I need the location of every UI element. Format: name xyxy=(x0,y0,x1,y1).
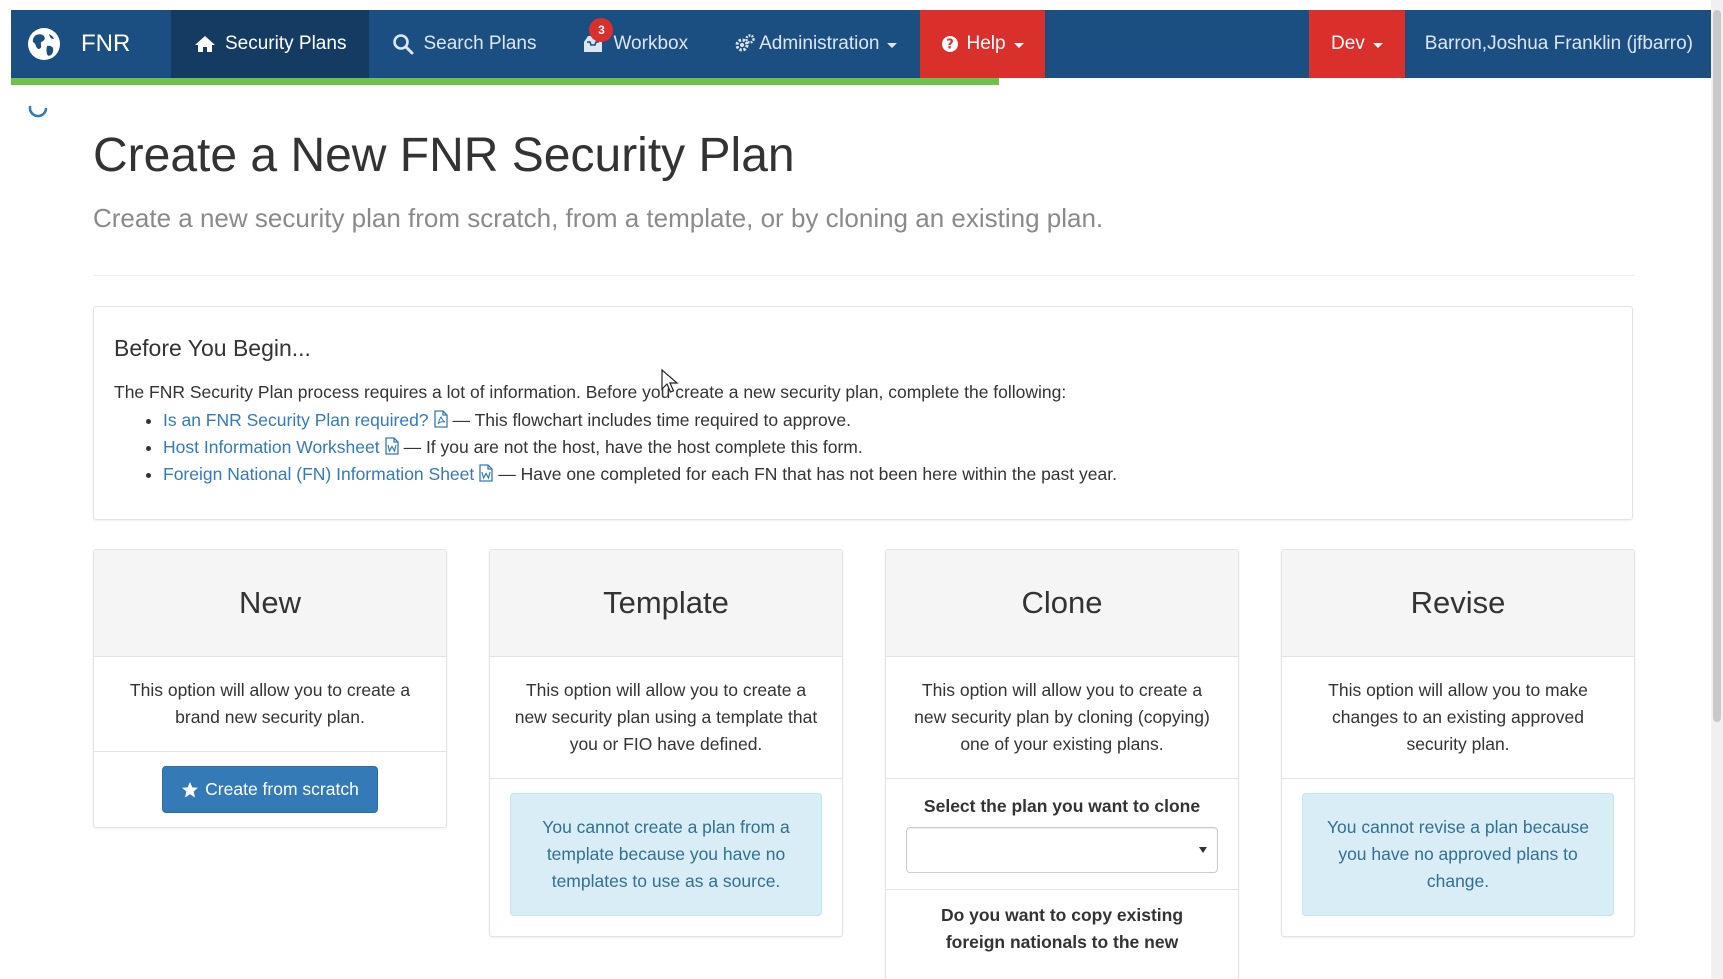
revise-card-title: Revise xyxy=(1282,550,1634,657)
chevron-down-icon xyxy=(1372,42,1383,48)
before-you-begin-panel: Before You Begin... The FNR Security Pla… xyxy=(93,306,1633,520)
loading-spinner-icon xyxy=(28,105,48,118)
nav-help[interactable]: ? Help xyxy=(920,10,1045,78)
page-subtitle: Create a new security plan from scratch,… xyxy=(93,203,1104,233)
page-title: Create a New FNR Security Plan xyxy=(93,129,795,182)
create-from-scratch-label: Create from scratch xyxy=(205,779,359,799)
env-dropdown[interactable]: Dev xyxy=(1308,10,1405,78)
question-circle-icon: ? xyxy=(942,36,959,53)
before-you-begin-heading: Before You Begin... xyxy=(114,335,311,361)
nav-workbox[interactable]: 3 Workbox xyxy=(559,10,711,78)
fn-info-sheet-link[interactable]: Foreign National (FN) Information Sheet xyxy=(163,464,474,484)
nav-help-label: Help xyxy=(966,33,1006,54)
nav-workbox-label: Workbox xyxy=(613,33,689,54)
clone-card-description: This option will allow you to create a n… xyxy=(914,680,1210,754)
page-scrollbar[interactable] xyxy=(1711,0,1723,979)
card-divider xyxy=(886,778,1238,779)
home-icon xyxy=(195,36,215,52)
nav-security-plans[interactable]: Security Plans xyxy=(171,10,370,78)
template-unavailable-alert: You cannot create a plan from a template… xyxy=(510,793,822,916)
word-file-icon xyxy=(479,464,493,482)
nav-administration-label: Administration xyxy=(759,33,880,54)
chevron-down-icon xyxy=(887,42,898,48)
star-icon xyxy=(182,781,199,797)
page-load-progress-bar xyxy=(11,78,999,85)
globe-icon xyxy=(28,28,60,60)
template-plan-card: Template This option will allow you to c… xyxy=(489,549,843,937)
clone-plan-card: Clone This option will allow you to crea… xyxy=(885,549,1239,979)
before-you-begin-intro: The FNR Security Plan process requires a… xyxy=(114,382,1067,402)
dropdown-arrow-icon xyxy=(1199,847,1207,853)
new-card-title: New xyxy=(94,550,446,657)
header-divider xyxy=(93,275,1635,276)
nav-search-plans[interactable]: Search Plans xyxy=(369,10,559,78)
user-menu[interactable]: Barron,Joshua Franklin (jfbarro) xyxy=(1405,10,1713,78)
prerequisite-list: Is an FNR Security Plan required? — This… xyxy=(146,407,1117,488)
clone-select-label: Select the plan you want to clone xyxy=(923,796,1201,816)
clone-card-title: Clone xyxy=(886,550,1238,657)
pdf-file-icon xyxy=(433,410,448,428)
list-item-text: — If you are not the host, have the host… xyxy=(403,437,863,457)
revise-card-description: This option will allow you to make chang… xyxy=(1328,680,1588,754)
scrollbar-thumb[interactable] xyxy=(1713,10,1721,722)
nav-administration[interactable]: Administration xyxy=(711,10,920,78)
nav-security-plans-label: Security Plans xyxy=(225,33,347,54)
card-divider xyxy=(1282,778,1634,779)
revise-plan-card: Revise This option will allow you to mak… xyxy=(1281,549,1635,937)
template-card-title: Template xyxy=(490,550,842,657)
template-card-description: This option will allow you to create a n… xyxy=(514,680,818,754)
list-item: Foreign National (FN) Information Sheet … xyxy=(146,461,1117,488)
top-navbar: FNR Security Plans Search Plans 3 Workbo… xyxy=(11,10,1713,78)
search-icon xyxy=(393,34,414,55)
list-item-text: — Have one completed for each FN that ha… xyxy=(498,464,1117,484)
user-name: Barron,Joshua Franklin (jfbarro) xyxy=(1424,33,1693,54)
env-label: Dev xyxy=(1330,33,1365,54)
create-from-scratch-button[interactable]: Create from scratch xyxy=(162,766,378,813)
flowchart-link[interactable]: Is an FNR Security Plan required? xyxy=(163,410,429,430)
navbar-spacer xyxy=(1045,10,1309,78)
cogs-icon xyxy=(735,34,755,52)
list-item: Host Information Worksheet — If you are … xyxy=(146,434,1117,461)
new-plan-card: New This option will allow you to create… xyxy=(93,549,447,828)
card-divider xyxy=(490,778,842,779)
browser-viewport: FNR Security Plans Search Plans 3 Workbo… xyxy=(11,0,1713,979)
list-item: Is an FNR Security Plan required? — This… xyxy=(146,407,1117,434)
copy-foreign-nationals-question: Do you want to copy existing foreign nat… xyxy=(940,905,1184,952)
brand-link[interactable]: FNR xyxy=(11,10,171,78)
mouse-cursor-icon xyxy=(661,369,679,393)
nav-search-plans-label: Search Plans xyxy=(423,33,537,54)
workbox-badge: 3 xyxy=(589,18,614,42)
revise-unavailable-alert: You cannot revise a plan because you hav… xyxy=(1302,793,1614,916)
new-card-footer: Create from scratch xyxy=(94,752,446,827)
host-worksheet-link[interactable]: Host Information Worksheet xyxy=(163,437,380,457)
brand-name: FNR xyxy=(81,30,131,57)
new-card-description: This option will allow you to create a b… xyxy=(129,680,411,727)
clone-plan-select[interactable] xyxy=(906,827,1218,873)
list-item-text: — This flowchart includes time required … xyxy=(452,410,852,430)
word-file-icon xyxy=(384,437,399,455)
chevron-down-icon xyxy=(1013,42,1024,48)
svg-text:?: ? xyxy=(947,38,955,53)
